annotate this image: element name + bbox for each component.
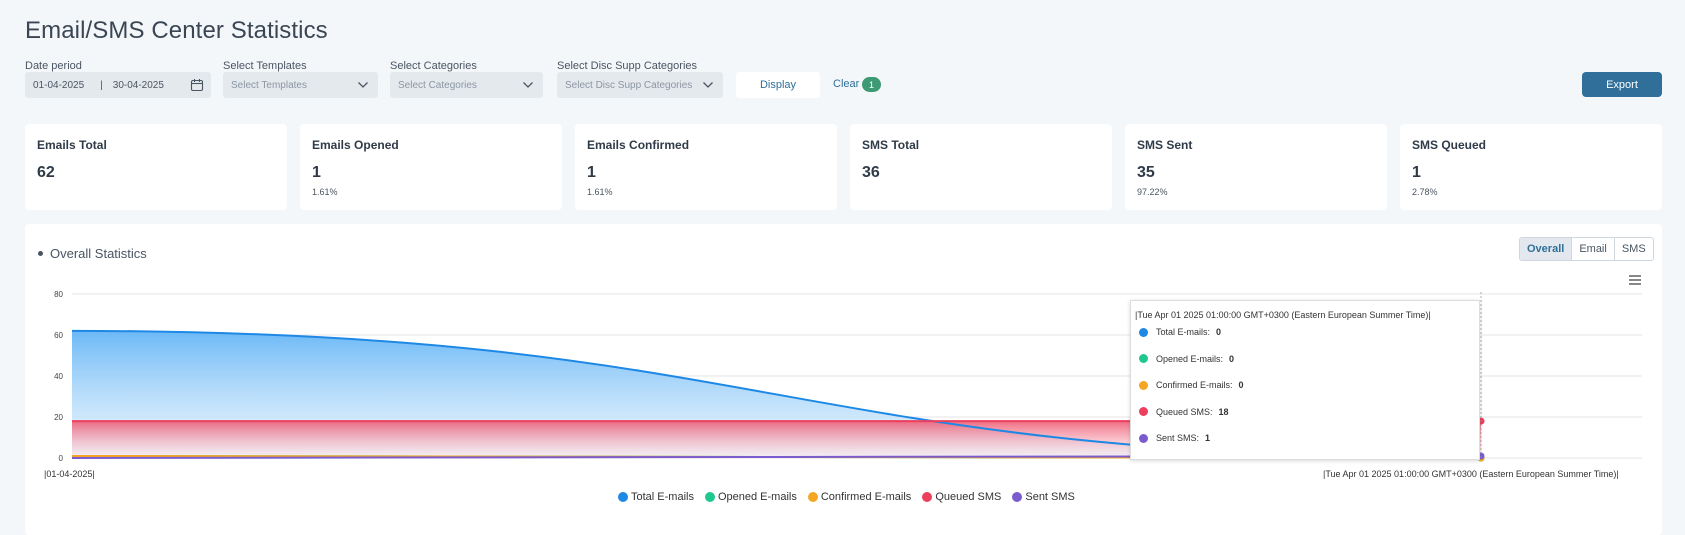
- tooltip-row-value: 0: [1229, 353, 1235, 364]
- tooltip-row: Sent SMS: 1: [1139, 433, 1210, 443]
- tooltip-row-label: Sent SMS:: [1156, 433, 1200, 443]
- legend-item[interactable]: Sent SMS: [1012, 491, 1075, 503]
- y-tick-label: 60: [54, 331, 63, 340]
- y-tick-label: 20: [54, 413, 63, 422]
- legend-marker: [807, 492, 818, 502]
- series-dot: [1139, 433, 1148, 443]
- tooltip-row: Opened E-mails: 0: [1139, 354, 1234, 364]
- tooltip-row-label: Queued SMS:: [1156, 406, 1213, 417]
- legend-marker: [922, 492, 933, 502]
- series-dot: [1139, 407, 1148, 416]
- tooltip-row-value: 0: [1216, 327, 1222, 337]
- tooltip-title: |Tue Apr 01 2025 01:00:00 GMT+0300 (East…: [1135, 310, 1431, 320]
- tooltip-row: Confirmed E-mails: 0: [1139, 380, 1244, 390]
- tooltip-row-value: 0: [1238, 380, 1244, 390]
- chart-tooltip: |Tue Apr 01 2025 01:00:00 GMT+0300 (East…: [1130, 300, 1480, 460]
- legend-item[interactable]: Confirmed E-mails: [807, 491, 912, 503]
- chart-legend: Total E-mails Opened E-mails Confirmed E-m…: [618, 491, 1086, 503]
- tooltip-row-value: 18: [1218, 406, 1229, 417]
- legend-marker: [1012, 492, 1023, 502]
- x-tick-label: |Tue Apr 01 2025 01:00:00 GMT+0300 (East…: [1323, 469, 1619, 479]
- legend-label: Opened E-mails: [717, 491, 797, 503]
- series-dot: [1139, 354, 1148, 363]
- legend-label: Total E-mails: [631, 491, 694, 503]
- series-dot: [1139, 327, 1148, 337]
- legend-item[interactable]: Opened E-mails: [704, 491, 797, 503]
- y-tick-label: 40: [54, 372, 63, 381]
- tooltip-row-label: Confirmed E-mails:: [1156, 380, 1233, 390]
- legend-marker: [704, 492, 715, 502]
- legend-label: Confirmed E-mails: [820, 491, 912, 503]
- tooltip-row: Total E-mails: 0: [1139, 327, 1221, 337]
- legend-label: Queued SMS: [935, 491, 1002, 503]
- tooltip-row-label: Opened E-mails:: [1156, 353, 1224, 364]
- x-tick-label: |01-04-2025|: [44, 469, 95, 479]
- legend-item[interactable]: Queued SMS: [922, 491, 1001, 503]
- tooltip-row: Queued SMS: 18: [1139, 407, 1229, 417]
- legend-label: Sent SMS: [1025, 491, 1075, 503]
- tooltip-row-value: 1: [1205, 433, 1211, 443]
- y-tick-label: 0: [59, 454, 64, 463]
- series-dot: [1139, 380, 1148, 390]
- legend-marker: [618, 492, 628, 502]
- legend-item[interactable]: Total E-mails: [618, 491, 694, 503]
- tooltip-row-label: Total E-mails:: [1156, 327, 1211, 337]
- y-tick-label: 80: [54, 290, 63, 299]
